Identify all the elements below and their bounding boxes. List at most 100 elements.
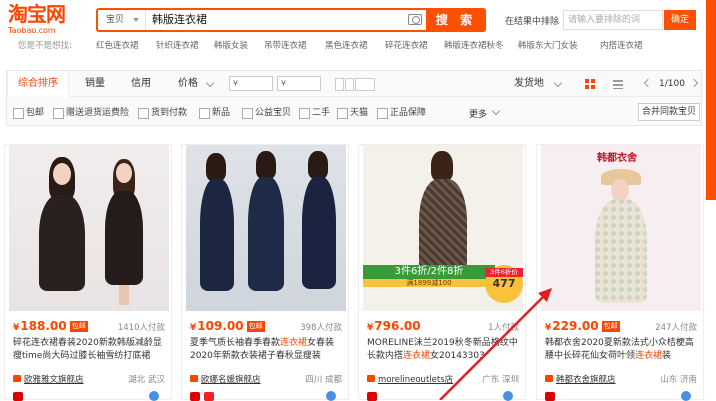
free-shipping-badge: 包邮 — [601, 321, 620, 332]
title-text: 女20143303 — [430, 351, 485, 361]
camera-icon[interactable] — [408, 14, 422, 25]
search-input[interactable]: 韩版连衣裙 — [152, 10, 207, 30]
title-text: 韩都衣舍2020夏新款法式小众桔梗高腰中长碎花仙女荷叶领 — [545, 338, 694, 361]
suggestion-item[interactable]: 吊带连衣裙 — [264, 39, 307, 51]
exclude-confirm-button[interactable]: 确定 — [664, 10, 696, 30]
shop-location: 广东 深圳 — [482, 375, 519, 385]
filter-row: 包邮 赠送退货运费险 货到付款 新品 公益宝贝 二手 天猫 正品保障 更多 合并… — [7, 98, 701, 126]
model-dress — [248, 177, 284, 291]
product-image[interactable] — [186, 145, 346, 311]
product-card[interactable]: ¥109.00 包邮 398人付款 夏季气质长袖春季春款连衣裙女春装2020年新款… — [181, 144, 349, 401]
shop-location: 四川 成都 — [305, 375, 342, 385]
model-legs — [119, 285, 129, 305]
list-view-icon[interactable] — [613, 79, 623, 89]
model-hair — [206, 153, 226, 181]
brand-logo: 韩都衣舍 — [597, 153, 637, 164]
shop-link[interactable]: 欧雅雅文旗舰店 — [13, 373, 84, 385]
model-dress — [200, 179, 234, 291]
product-card[interactable]: 3件6折/2件8折 满1899减100 3件6折价 477 ¥796.00 1人付款… — [358, 144, 526, 401]
price-to-input[interactable]: ¥ — [277, 76, 321, 91]
top-bar: 淘宝网 Taobao.com 宝贝 韩版连衣裙 搜 索 在结果中排除 请输入要排… — [0, 0, 716, 200]
filter-checkbox[interactable]: 新品 — [199, 107, 230, 119]
product-price: ¥229.00 包邮 — [545, 319, 620, 333]
tab-sales[interactable]: 销量 — [85, 71, 105, 97]
product-image[interactable] — [9, 145, 169, 311]
product-card[interactable]: ¥188.00 包邮 1410人付款 碎花连衣裙春装2020新款韩版减龄显瘦tim… — [4, 144, 172, 401]
filter-checkbox[interactable]: 公益宝贝 — [242, 107, 291, 119]
filter-checkbox[interactable]: 天猫 — [337, 107, 368, 119]
more-filters-link[interactable]: 更多 — [469, 107, 487, 120]
suggestion-item[interactable]: 韩版女装 — [214, 39, 248, 51]
view-block[interactable] — [335, 78, 344, 91]
model-face — [116, 163, 132, 183]
suggestion-bar: 您是不是想找: 红色连衣裙 针织连衣裙 韩版女装 吊带连衣裙 黑色连衣裙 碎花连… — [0, 36, 716, 54]
tab-price[interactable]: 价格 — [178, 71, 198, 97]
sort-row: 综合排序 销量 信用 价格 ¥ ¥ 发货地 1/100 — [7, 71, 701, 97]
product-card[interactable]: 韩都衣舍 ¥229.00 包邮 247人付款 韩都衣舍2020夏新款法式小众桔梗高… — [536, 144, 704, 401]
title-text: 碎花连衣裙春装2020新款韩版减龄显瘦time尚大码过膝长袖雪纺打底裙 — [13, 338, 162, 361]
filter-checkbox[interactable]: 赠送退货运费险 — [53, 107, 129, 119]
chevron-down-icon — [133, 18, 139, 22]
model-dress — [105, 191, 143, 285]
suggestion-item[interactable]: 韩版连衣裙秋冬 — [444, 39, 504, 51]
exclude-input[interactable]: 请输入要排除的词 — [563, 10, 663, 30]
chevron-down-icon — [491, 106, 501, 116]
title-text: 夏季气质长袖春季春款 — [190, 338, 281, 348]
shop-link[interactable]: 欧娜名媛旗舰店 — [190, 373, 261, 385]
search-category-label: 宝贝 — [106, 15, 125, 25]
next-page-icon[interactable] — [689, 78, 699, 88]
suggestion-item[interactable]: 红色连衣裙 — [96, 39, 139, 51]
shop-location: 湖北 武汉 — [128, 375, 165, 385]
model-dress — [39, 195, 85, 291]
title-highlight: 连衣裙 — [280, 338, 308, 348]
product-price: ¥796.00 — [367, 319, 421, 333]
shop-link[interactable]: 韩都衣舍旗舰店 — [545, 373, 616, 385]
product-price: ¥109.00 包邮 — [190, 319, 265, 333]
suggestion-lead: 您是不是想找: — [18, 41, 72, 51]
search-category-select[interactable]: 宝贝 — [98, 10, 146, 30]
product-image[interactable]: 韩都衣舍 — [541, 145, 701, 311]
logo-subtext: Taobao.com — [8, 26, 56, 35]
logo-text: 淘宝网 — [8, 2, 66, 26]
prev-page-icon[interactable] — [643, 78, 653, 88]
tab-credit[interactable]: 信用 — [131, 71, 151, 97]
suggestion-item[interactable]: 黑色连衣裙 — [325, 39, 368, 51]
price-value: 188.00 — [20, 319, 67, 333]
product-title[interactable]: 夏季气质长袖春季春款连衣裙女春装2020年新款衣装裙子春秋显瘦装 — [190, 337, 344, 363]
product-title[interactable]: MORELINE沫兰2019秋冬新品格纹中长款内搭连衣裙女20143303 — [367, 337, 521, 363]
model-dress — [595, 199, 647, 303]
grid-view-icon[interactable] — [585, 79, 595, 89]
ship-from-select[interactable]: 发货地 — [514, 71, 544, 97]
shop-link[interactable]: morelineoutlets店 — [367, 373, 453, 385]
filter-checkbox[interactable]: 正品保障 — [377, 107, 426, 119]
product-title[interactable]: 韩都衣舍2020夏新款法式小众桔梗高腰中长碎花仙女荷叶领连衣裙装 — [545, 337, 699, 363]
sales-count: 1410人付款 — [117, 323, 165, 333]
side-toolbar[interactable] — [706, 0, 716, 200]
title-text: 装 — [662, 351, 672, 361]
promo-badge-label: 3件6折价 — [485, 268, 523, 277]
view-block[interactable] — [355, 78, 375, 91]
product-title[interactable]: 碎花连衣裙春装2020新款韩版减龄显瘦time尚大码过膝长袖雪纺打底裙 — [13, 337, 167, 363]
price-value: 796.00 — [374, 319, 421, 333]
sales-count: 1人付款 — [488, 323, 519, 333]
taobao-logo[interactable]: 淘宝网 Taobao.com — [8, 2, 74, 36]
filter-checkbox[interactable]: 货到付款 — [138, 107, 187, 119]
page-indicator: 1/100 — [659, 79, 685, 89]
view-block[interactable] — [345, 78, 354, 91]
suggestion-item[interactable]: 内搭连衣裙 — [600, 39, 643, 51]
search-button[interactable]: 搜 索 — [426, 8, 486, 32]
filter-checkbox[interactable]: 二手 — [299, 107, 330, 119]
suggestion-item[interactable]: 针织连衣裙 — [156, 39, 199, 51]
suggestion-item[interactable]: 韩版东大门女装 — [518, 39, 578, 51]
promo-banner-text: 3件6折/2件8折 — [394, 266, 464, 277]
chevron-down-icon — [205, 78, 215, 88]
filter-checkbox[interactable]: 包邮 — [13, 107, 44, 119]
tab-default-sort[interactable]: 综合排序 — [7, 71, 69, 97]
product-image[interactable]: 3件6折/2件8折 满1899减100 3件6折价 477 — [363, 145, 523, 311]
merge-same-button[interactable]: 合并同款宝贝 — [638, 103, 700, 121]
suggestion-item[interactable]: 碎花连衣裙 — [385, 39, 428, 51]
promo-badge-price: 477 — [492, 277, 516, 290]
title-highlight: 连衣裙 — [635, 351, 663, 361]
price-from-input[interactable]: ¥ — [229, 76, 273, 91]
promo-price-badge: 3件6折价 477 — [485, 265, 523, 303]
